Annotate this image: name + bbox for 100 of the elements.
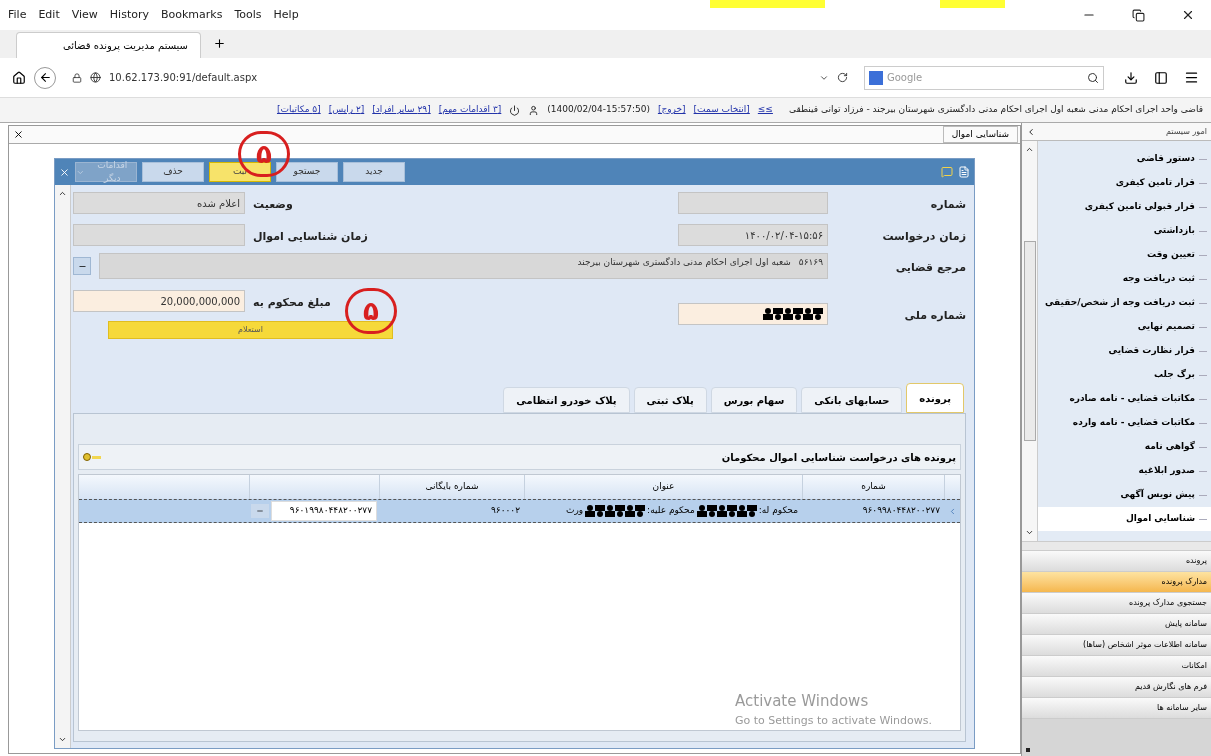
sidebar-item[interactable]: شناسایی اموال: [1038, 507, 1211, 531]
header-link[interactable]: [انتخاب سمت]: [693, 103, 750, 117]
menu-icon[interactable]: [1184, 70, 1199, 85]
header-link[interactable]: [۲۹ سایر افراد]: [372, 103, 431, 117]
sidebar-item[interactable]: قرار تامین کیفری: [1038, 171, 1211, 195]
input-field[interactable]: [73, 224, 245, 246]
browser-tab[interactable]: سیستم مدیریت پرونده قضائی: [16, 32, 201, 58]
table-cell-text: محکوم له: محکوم علیه: ورث: [564, 504, 799, 519]
redaction-drawing: [696, 505, 757, 517]
accordion-section[interactable]: امکانات: [1022, 656, 1211, 677]
table-row[interactable]: ۹۶۰۹۹۸۰۴۴۸۲۰۰۲۷۷ محکوم له: محکوم علیه: ورث ۹۶۰۰۰۲ ۹۶۰۱۹۹۸۰۴۴۸۲۰۰۲۷۷: [79, 499, 960, 523]
input-field[interactable]: ۵۶۱۶۹ شعبه اول اجرای احکام مدنی دادگستری شهرستان بیرجند: [99, 253, 828, 279]
sidebar-item[interactable]: تعیین وقت: [1038, 243, 1211, 267]
tab[interactable]: سهام بورس: [710, 387, 798, 413]
input-field[interactable]: ۱۴۰۰/۰۲/۰۴-۱۵:۵۶: [678, 224, 828, 246]
accordion-section[interactable]: مدارک پرونده: [1022, 572, 1211, 593]
user-icon[interactable]: [528, 104, 540, 116]
scroll-down-icon[interactable]: [1025, 528, 1034, 537]
tab[interactable]: پرونده: [906, 383, 964, 413]
menu-item[interactable]: View: [71, 6, 98, 24]
more-link[interactable]: ≥≥: [757, 103, 773, 117]
activation-title: Activate Windows: [735, 691, 869, 712]
accordion-section[interactable]: سایر سامانه ها: [1022, 698, 1211, 719]
restore-icon[interactable]: [1132, 8, 1145, 22]
toolbar-button[interactable]: جدید: [343, 162, 405, 182]
menu-item[interactable]: Tools: [234, 6, 262, 24]
field-label: مبلغ محکوم به: [253, 296, 331, 309]
lock-icon: [72, 72, 82, 83]
menu-item[interactable]: Edit: [38, 6, 60, 24]
sidebar-item[interactable]: گواهی نامه: [1038, 435, 1211, 459]
accordion-section[interactable]: فرم های نگارش قدیم: [1022, 677, 1211, 698]
scroll-thumb[interactable]: [1023, 241, 1036, 441]
tab[interactable]: حسابهای بانکی: [801, 387, 903, 413]
field-label: شماره: [930, 198, 966, 211]
power-icon[interactable]: [509, 104, 521, 116]
sidebar-item[interactable]: صدور ابلاغیه: [1038, 459, 1211, 483]
sidebar-item[interactable]: قرار قبولی تامین کیفری: [1038, 195, 1211, 219]
accordion-section[interactable]: سامانه پایش: [1022, 614, 1211, 635]
header-link[interactable]: [۲ رایس]: [328, 103, 365, 117]
sidebar-item[interactable]: بازداشتی: [1038, 219, 1211, 243]
add-icon[interactable]: [83, 453, 101, 461]
table-cell-text: ۹۶۰۹۹۸۰۴۴۸۲۰۰۲۷۷: [861, 504, 941, 518]
menu-item[interactable]: Bookmarks: [161, 6, 223, 24]
header-link[interactable]: [۳ اقدامات مهم]: [438, 103, 502, 117]
document-icon[interactable]: [958, 166, 970, 178]
sidebar-item[interactable]: ثبت دریافت وجه: [1038, 267, 1211, 291]
accordion-section[interactable]: سامانه اطلاعات موثر اشخاص (ساها): [1022, 635, 1211, 656]
sidebar-item[interactable]: دستور قاضی: [1038, 147, 1211, 171]
sidebar-item[interactable]: تصمیم نهایی: [1038, 315, 1211, 339]
tab[interactable]: پلاک خودرو انتظامی: [503, 387, 630, 413]
tab[interactable]: پلاک ثبتی: [633, 387, 707, 413]
home-icon[interactable]: [12, 70, 26, 85]
sidebar-item[interactable]: پیش نویس آگهی: [1038, 483, 1211, 507]
close-icon[interactable]: [13, 129, 24, 140]
input-field[interactable]: [678, 192, 828, 214]
menu-item[interactable]: Help: [273, 6, 299, 24]
sidebar-item[interactable]: ثبت دریافت وجه از شخص/حقیقی: [1038, 291, 1211, 315]
reload-icon[interactable]: [837, 72, 848, 83]
input-field[interactable]: اعلام شده: [73, 192, 245, 214]
scroll-up-icon[interactable]: [58, 189, 67, 198]
input-field[interactable]: ۹۶۰۱۹۹۸۰۴۴۸۲۰۰۲۷۷: [271, 501, 377, 521]
sidebar-item[interactable]: قرار نظارت قضایی: [1038, 339, 1211, 363]
bullet-icon: [1026, 748, 1030, 752]
redaction-drawing: [763, 308, 823, 320]
scrollbar[interactable]: [55, 185, 71, 748]
address-field[interactable]: 10.62.173.90:91/default.aspx: [64, 65, 856, 90]
back-arrow-icon: [38, 71, 52, 84]
header-link[interactable]: [خروج]: [657, 103, 686, 117]
scrollbar[interactable]: [1022, 141, 1038, 541]
header-link[interactable]: [۵ مکاتبات]: [276, 103, 321, 117]
menu-item[interactable]: File: [8, 6, 27, 24]
panel-title: امور سیستم: [1165, 125, 1207, 138]
sidebar-item[interactable]: مکاتبات قضایی - نامه وارده: [1038, 411, 1211, 435]
field-label: زمان شناسایی اموال: [253, 230, 368, 243]
accordion-section[interactable]: پرونده: [1022, 551, 1211, 572]
sidebar-icon[interactable]: [1154, 70, 1168, 85]
document-tab[interactable]: شناسایی اموال: [942, 126, 1018, 143]
field-label: مرجع قضایی: [895, 261, 966, 274]
accordion-section[interactable]: جستجوی مدارک پرونده: [1022, 593, 1211, 614]
field-label: وضعیت: [253, 198, 293, 211]
scroll-up-icon[interactable]: [1025, 145, 1034, 154]
search-icon[interactable]: [1087, 71, 1099, 84]
user-info: قاضی واحد اجرای احکام مدنی شعبه اول اجرای احکام مدنی دادگستری شهرستان بیرجند - فرزاد توانی قینطقی: [788, 103, 1203, 117]
input-field[interactable]: [678, 303, 828, 325]
input-field[interactable]: 20,000,000,000: [73, 290, 245, 312]
toolbar-button[interactable]: ثبت: [209, 162, 271, 182]
new-tab-icon[interactable]: [213, 37, 226, 50]
scroll-down-icon[interactable]: [58, 735, 67, 744]
comment-icon[interactable]: [941, 166, 953, 178]
sidebar-item[interactable]: مکاتبات قضایی - نامه صادره: [1038, 387, 1211, 411]
inquiry-button[interactable]: استعلام: [108, 321, 393, 339]
toolbar-button[interactable]: جستجو: [276, 162, 338, 182]
collapse-icon[interactable]: [1026, 126, 1036, 137]
close-icon[interactable]: [1181, 8, 1195, 22]
field-label: شماره ملی: [904, 309, 966, 322]
toolbar-button[interactable]: حذف: [142, 162, 204, 182]
sidebar-item[interactable]: برگ جلب: [1038, 363, 1211, 387]
download-icon[interactable]: [1124, 70, 1138, 85]
highlight-mark: [940, 0, 1005, 8]
menu-item[interactable]: History: [109, 6, 149, 24]
